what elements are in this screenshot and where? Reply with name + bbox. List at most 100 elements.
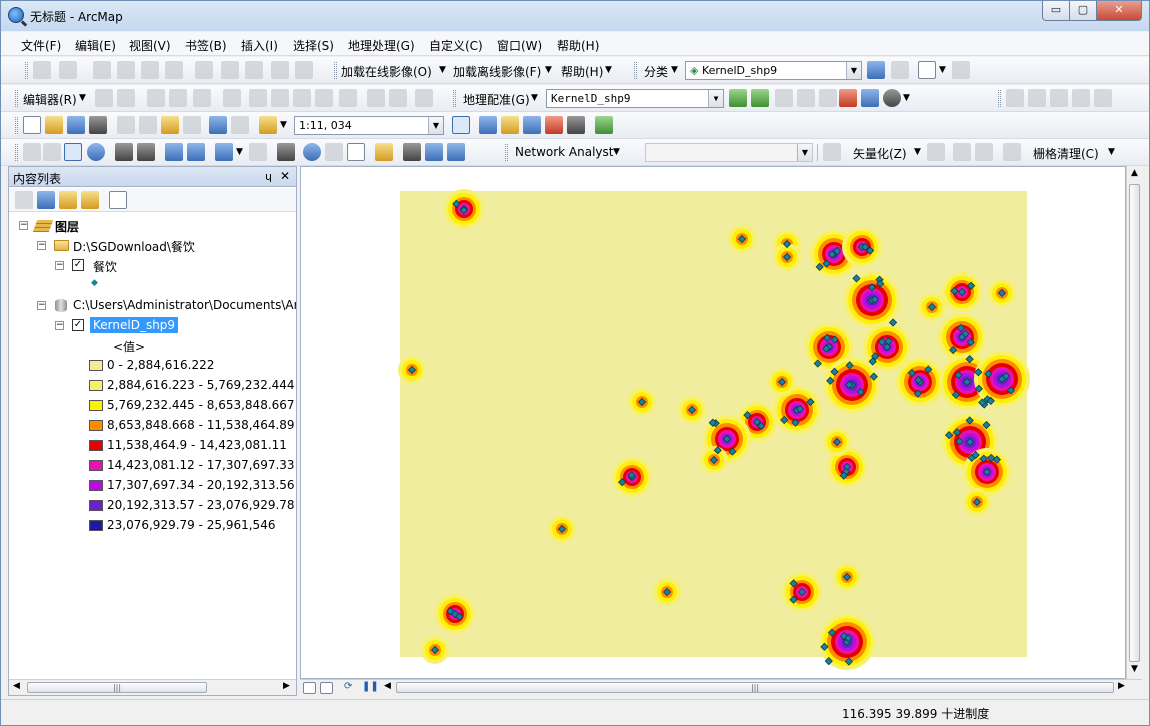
menu-customize[interactable]: 自定义(C): [429, 37, 483, 54]
toolbar-grip[interactable]: [634, 62, 637, 79]
menu-windows[interactable]: 窗口(W): [497, 37, 542, 54]
classify-button[interactable]: 分类: [644, 63, 668, 80]
georef-layer-combo[interactable]: KernelD_shp9 ▼: [546, 89, 724, 108]
cut-icon[interactable]: [117, 116, 135, 134]
minimize-button[interactable]: ▭: [1042, 1, 1070, 21]
validate-icon[interactable]: [295, 61, 313, 79]
raster-cleanup-menu-button[interactable]: 栅格清理(C): [1033, 145, 1099, 162]
fixed-zoom-in-icon[interactable]: [115, 143, 133, 161]
go-to-xy-icon[interactable]: [447, 143, 465, 161]
refresh-view-icon[interactable]: ⟳: [344, 681, 352, 692]
cut-polygons-icon[interactable]: [293, 89, 311, 107]
split-tool-icon[interactable]: [315, 89, 333, 107]
toolbar-grip[interactable]: [15, 117, 18, 134]
help-menu-button[interactable]: 帮助(H): [561, 63, 603, 80]
redo-icon[interactable]: [231, 116, 249, 134]
sketch-properties-icon[interactable]: [389, 89, 407, 107]
find-route-icon[interactable]: [425, 143, 443, 161]
add-data-icon[interactable]: [259, 116, 277, 134]
raster-snap-icon[interactable]: [953, 143, 971, 161]
edit-vertices-icon[interactable]: [93, 61, 111, 79]
tree-row-group1[interactable]: − D:\SGDownload\餐饮: [9, 237, 289, 255]
collapse-icon[interactable]: −: [55, 261, 64, 270]
close-button[interactable]: ✕: [1096, 1, 1142, 21]
tree-row-group2[interactable]: − C:\Users\Administrator\Documents\Ar: [9, 297, 296, 315]
chevron-down-icon[interactable]: ▼: [846, 62, 861, 79]
catalog-icon[interactable]: [501, 116, 519, 134]
vectorize-settings-icon[interactable]: [927, 143, 945, 161]
pan-hand-icon[interactable]: [64, 143, 82, 161]
cut-polygon-icon[interactable]: [141, 61, 159, 79]
legend-row[interactable]: 23,076,929.79 - 25,961,546: [9, 517, 296, 535]
scroll-right-icon[interactable]: ▶: [1118, 681, 1125, 691]
reshape-feature-icon[interactable]: [271, 89, 289, 107]
arctoolbox-icon[interactable]: [545, 116, 563, 134]
editor-menu-button[interactable]: 编辑器(R): [23, 91, 77, 108]
list-by-visibility-icon[interactable]: [59, 191, 77, 209]
zoom-in-icon[interactable]: [23, 143, 41, 161]
html-popup-icon[interactable]: [347, 143, 365, 161]
edit-annotation-icon[interactable]: [117, 89, 135, 107]
envelope-icon[interactable]: [918, 61, 936, 79]
refresh-icon[interactable]: [33, 61, 51, 79]
legend-row[interactable]: 14,423,081.12 - 17,307,697.33: [9, 457, 296, 475]
menu-insert[interactable]: 插入(I): [241, 37, 278, 54]
circle-tool-icon[interactable]: [1072, 89, 1090, 107]
map-vscroll-thumb[interactable]: [1129, 184, 1140, 662]
pause-drawing-icon[interactable]: ❚❚: [362, 681, 379, 692]
classify-settings-icon[interactable]: [891, 61, 909, 79]
edit-vertices-icon[interactable]: [249, 89, 267, 107]
zoom-out-icon[interactable]: [43, 143, 61, 161]
identify-icon[interactable]: [303, 143, 321, 161]
scroll-left-icon[interactable]: ◀: [13, 681, 20, 691]
create-features-icon[interactable]: [415, 89, 433, 107]
edit-tool-icon[interactable]: [95, 89, 113, 107]
legend-row[interactable]: 20,192,313.57 - 23,076,929.78: [9, 497, 296, 515]
layer2-label[interactable]: KernelD_shp9: [90, 317, 178, 333]
parallel-icon[interactable]: [1028, 89, 1046, 107]
topology-icon[interactable]: [271, 61, 289, 79]
collapse-icon[interactable]: −: [37, 301, 46, 310]
legend-row[interactable]: 11,538,464.9 - 14,423,081.11: [9, 437, 296, 455]
reshape-icon[interactable]: [117, 61, 135, 79]
pencil-icon[interactable]: [975, 143, 993, 161]
collapse-icon[interactable]: −: [55, 321, 64, 330]
legend-row[interactable]: 8,653,848.668 - 11,538,464.89: [9, 417, 296, 435]
toolbar-grip[interactable]: [505, 144, 508, 161]
sketch-icon[interactable]: [245, 61, 263, 79]
legend-swatch[interactable]: [89, 500, 103, 511]
collapse-icon[interactable]: −: [19, 221, 28, 230]
attributes-icon[interactable]: [221, 61, 239, 79]
legend-swatch[interactable]: [89, 420, 103, 431]
toolbar-grip[interactable]: [334, 62, 337, 79]
georeferencing-menu-button[interactable]: 地理配准(G): [463, 91, 530, 108]
map-hscroll-thumb[interactable]: |||: [396, 682, 1114, 693]
attributes-window-icon[interactable]: [367, 89, 385, 107]
viewer-icon[interactable]: [839, 89, 857, 107]
forward-arrow-icon[interactable]: [187, 143, 205, 161]
link-table-icon[interactable]: [861, 89, 879, 107]
list-by-drawing-order-icon[interactable]: [15, 191, 33, 209]
legend-swatch[interactable]: [89, 400, 103, 411]
legend-swatch[interactable]: [89, 360, 103, 371]
load-offline-imagery-button[interactable]: 加载离线影像(F): [453, 63, 541, 80]
rotate-georef-icon[interactable]: [883, 89, 901, 107]
map-view[interactable]: [300, 166, 1126, 679]
layer1-label[interactable]: 餐饮: [93, 258, 117, 275]
legend-swatch[interactable]: [89, 380, 103, 391]
tree-row-layer2[interactable]: − ✓ KernelD_shp9: [9, 317, 289, 335]
toc-horizontal-scrollbar[interactable]: ◀ ||| ▶: [9, 679, 296, 695]
scroll-left-icon[interactable]: ◀: [384, 681, 391, 691]
hyperlink-icon[interactable]: [325, 143, 343, 161]
menu-view[interactable]: 视图(V): [129, 37, 171, 54]
chevron-down-icon[interactable]: ▼: [708, 90, 723, 107]
layer1-visibility-checkbox[interactable]: ✓: [72, 259, 84, 271]
menu-selection[interactable]: 选择(S): [293, 37, 334, 54]
straight-segment-icon[interactable]: [147, 89, 165, 107]
copy-icon[interactable]: [139, 116, 157, 134]
tree-row-layer1[interactable]: − ✓ 餐饮: [9, 257, 289, 275]
maximize-button[interactable]: ▢: [1069, 1, 1097, 21]
clear-selection-icon[interactable]: [249, 143, 267, 161]
data-view-icon[interactable]: [303, 682, 316, 694]
collapse-icon[interactable]: −: [37, 241, 46, 250]
